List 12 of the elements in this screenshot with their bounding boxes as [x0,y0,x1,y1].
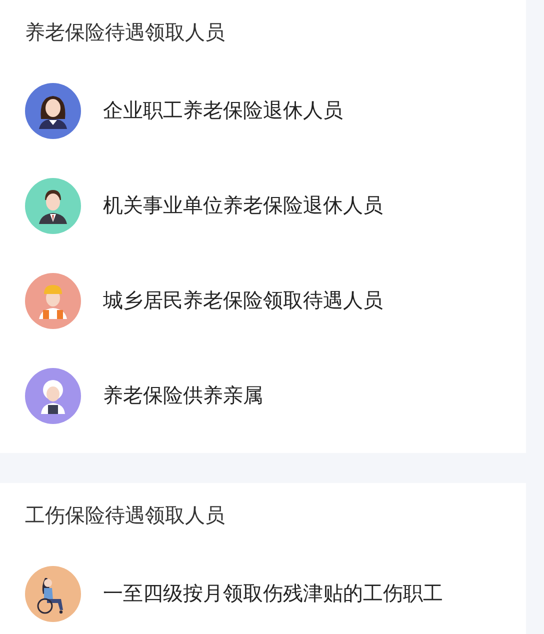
item-label: 城乡居民养老保险领取待遇人员 [103,287,383,314]
section-title: 养老保险待遇领取人员 [24,19,226,46]
item-label: 养老保险供养亲属 [103,382,263,409]
item-label: 企业职工养老保险退休人员 [103,97,343,124]
list-item[interactable]: 一至四级按月领取伤残津贴的工伤职工 [0,546,526,634]
list-item[interactable]: 机关事业单位养老保险退休人员 [0,158,526,253]
item-label: 一至四级按月领取伤残津贴的工伤职工 [103,580,443,607]
item-label: 机关事业单位养老保险退休人员 [103,192,383,219]
list-item[interactable]: 企业职工养老保险退休人员 [0,63,526,158]
list-item[interactable]: 城乡居民养老保险领取待遇人员 [0,253,526,348]
list-item[interactable]: 养老保险供养亲属 [0,348,526,443]
section-title: 工伤保险待遇领取人员 [24,502,226,529]
